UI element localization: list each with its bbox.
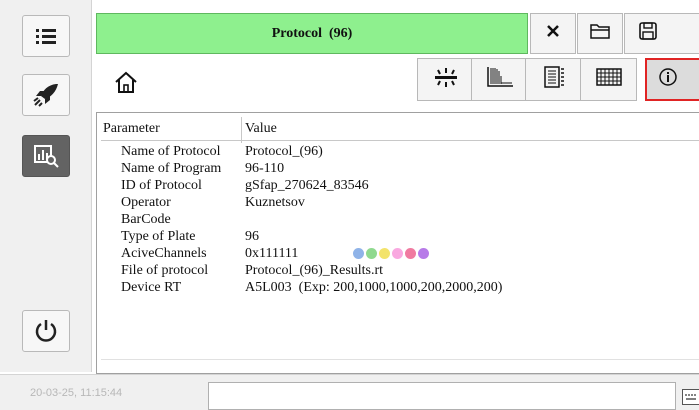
param-name: ID of Protocol <box>121 178 202 193</box>
close-icon <box>546 24 560 43</box>
protocol-info-panel: Parameter Value Name of Protocol Protoco… <box>96 112 699 374</box>
power-icon <box>33 318 59 344</box>
run-button[interactable] <box>22 74 70 116</box>
analysis-button[interactable] <box>22 135 70 177</box>
param-value: Kuznetsov <box>245 195 305 210</box>
column-header-parameter: Parameter <box>103 121 160 136</box>
param-name: Operator <box>121 195 171 210</box>
param-value: 0x111111 <box>245 246 299 261</box>
param-name: AciveChannels <box>121 246 207 261</box>
param-name: BarCode <box>121 212 171 227</box>
channel-dot <box>392 248 403 259</box>
channel-dot <box>379 248 390 259</box>
param-name: Name of Program <box>121 161 222 176</box>
folder-icon <box>590 22 610 45</box>
param-value: A5L003 (Exp: 200,1000,1000,200,2000,200) <box>245 280 503 295</box>
view-plot-button[interactable] <box>471 58 528 101</box>
param-name: Type of Plate <box>121 229 196 244</box>
param-value: gSfap_270624_83546 <box>245 178 369 193</box>
save-icon <box>638 21 658 46</box>
protocol-title-bar: Protocol (96) <box>96 13 528 54</box>
sidebar <box>0 0 92 372</box>
channel-dot <box>366 248 377 259</box>
param-name: Device RT <box>121 280 182 295</box>
view-table-button[interactable] <box>525 58 582 101</box>
chart-search-icon <box>33 144 59 168</box>
view-plate-button[interactable] <box>580 58 637 101</box>
list-box-icon <box>543 65 565 94</box>
menu-button[interactable] <box>22 15 70 57</box>
param-value: 96 <box>245 229 259 244</box>
power-button[interactable] <box>22 310 70 352</box>
protocol-title: Protocol (96) <box>271 25 353 41</box>
home-button[interactable] <box>112 70 140 98</box>
grid-icon <box>595 67 622 92</box>
home-icon <box>113 70 139 99</box>
status-timestamp: 20-03-25, 11:15:44 <box>30 387 123 399</box>
info-row: AciveChannels 0x111111 <box>121 246 681 262</box>
param-name: Name of Protocol <box>121 144 221 159</box>
channel-dot <box>405 248 416 259</box>
panel-bottom-edge <box>101 359 699 369</box>
channel-dot <box>353 248 364 259</box>
view-info-button[interactable] <box>645 58 699 101</box>
list-icon <box>35 27 57 45</box>
header-divider <box>101 140 699 141</box>
open-button[interactable] <box>577 13 623 54</box>
param-name: File of protocol <box>121 263 209 278</box>
plot-icon <box>486 66 514 93</box>
active-channels-indicator <box>353 248 429 259</box>
info-icon <box>658 67 678 92</box>
param-value: Protocol_(96)_Results.rt <box>245 263 384 278</box>
message-field[interactable] <box>208 382 676 410</box>
param-value: Protocol_(96) <box>245 144 323 159</box>
rocket-icon <box>32 82 60 108</box>
column-header-value: Value <box>245 121 277 136</box>
param-value: 96-110 <box>245 161 285 176</box>
close-button[interactable] <box>530 13 576 54</box>
sun-bar-icon <box>433 67 459 92</box>
keyboard-icon[interactable] <box>682 389 699 405</box>
save-button[interactable] <box>624 13 699 54</box>
channel-dot <box>418 248 429 259</box>
status-bar: 20-03-25, 11:15:44 <box>0 374 699 410</box>
view-channels-button[interactable] <box>417 58 474 101</box>
